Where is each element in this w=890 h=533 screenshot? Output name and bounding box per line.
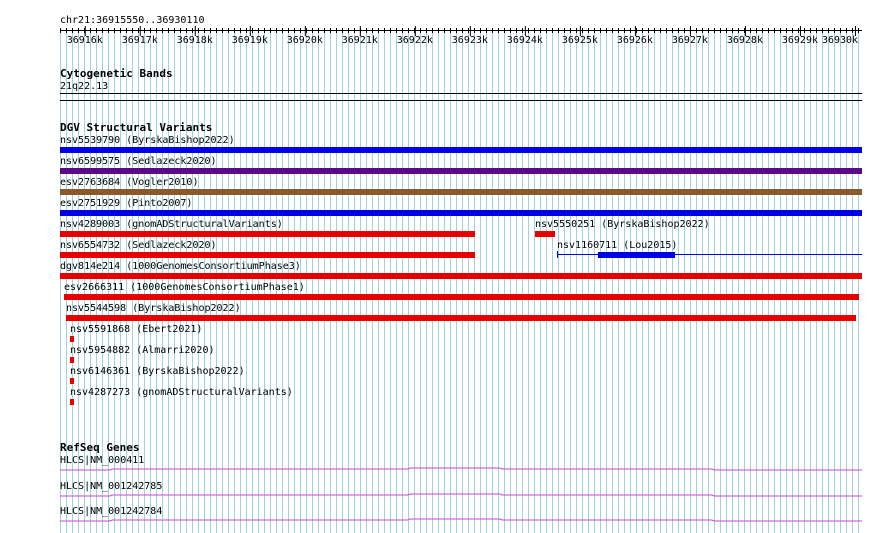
dgv-feature-extent[interactable] [557, 254, 862, 255]
ruler-tick-label: 36923k [451, 35, 488, 46]
ruler-tick-label: 36925k [561, 35, 598, 46]
dgv-feature-label[interactable]: nsv4287273 (gnomADStructuralVariants) [70, 387, 293, 398]
ruler-tick-label: 36920k [286, 35, 323, 46]
dgv-feature-label[interactable]: nsv5550251 (ByrskaBishop2022) [535, 219, 710, 230]
dgv-feature-bar[interactable] [64, 294, 858, 300]
ruler-tick-label: 36926k [616, 35, 653, 46]
dgv-feature-bar[interactable] [60, 273, 862, 279]
cytoband-track-title[interactable]: Cytogenetic Bands [60, 68, 173, 80]
dgv-feature-bar[interactable] [60, 147, 862, 153]
dgv-feature-bar[interactable] [70, 399, 74, 405]
ruler-tick-label: 36917k [121, 35, 158, 46]
ruler-tick-label: 36924k [506, 35, 543, 46]
refseq-gene-label[interactable]: HLCS|NM_000411 [60, 455, 144, 466]
dgv-feature-endcap [557, 251, 558, 258]
ruler-tick-label: 36921k [341, 35, 378, 46]
dgv-feature-bar[interactable] [60, 189, 862, 195]
dgv-feature-label[interactable]: esv2763684 (Vogler2010) [60, 177, 198, 188]
dgv-feature-label[interactable]: esv2751929 (Pinto2007) [60, 198, 192, 209]
dgv-feature-bar[interactable] [535, 231, 555, 237]
dgv-feature-bar[interactable] [70, 357, 74, 363]
dgv-feature-endcap [858, 294, 859, 300]
dgv-feature-bar[interactable] [60, 168, 862, 174]
refseq-track-title[interactable]: RefSeq Genes [60, 442, 139, 454]
dgv-track-title[interactable]: DGV Structural Variants [60, 122, 212, 134]
cytoband-label[interactable]: 21q22.13 [60, 81, 108, 92]
ruler-position: chr21:36915550..36930110 [60, 15, 205, 26]
ruler-tick-label: 36919k [231, 35, 268, 46]
dgv-feature-label[interactable]: dgv814e214 (1000GenomesConsortiumPhase3) [60, 261, 301, 272]
ruler-tick-label: 36922k [396, 35, 433, 46]
ruler-tick-label: 36918k [176, 35, 213, 46]
dgv-feature-bar[interactable] [598, 252, 675, 258]
dgv-feature-bar[interactable] [66, 315, 856, 321]
dgv-feature-bar[interactable] [60, 231, 475, 237]
ruler-tick-label: 36916k [66, 35, 103, 46]
dgv-feature-bar[interactable] [70, 378, 74, 384]
dgv-feature-label[interactable]: nsv6599575 (Sedlazeck2020) [60, 156, 217, 167]
ruler-tick-label: 36930k [821, 35, 859, 46]
dgv-feature-label[interactable]: nsv4289003 (gnomADStructuralVariants) [60, 219, 283, 230]
dgv-feature-label[interactable]: nsv6146361 (ByrskaBishop2022) [70, 366, 245, 377]
dgv-feature-bar[interactable] [60, 252, 475, 258]
dgv-feature-label[interactable]: nsv1160711 (Lou2015) [557, 240, 677, 251]
dgv-feature-label[interactable]: nsv5954882 (Almarri2020) [70, 345, 215, 356]
refseq-gene-label[interactable]: HLCS|NM_001242784 [60, 506, 162, 517]
dgv-feature-label[interactable]: nsv6554732 (Sedlazeck2020) [60, 240, 217, 251]
ruler-tick-label: 36927k [671, 35, 708, 46]
cytoband-band-line[interactable] [60, 93, 862, 94]
track-divider [60, 100, 862, 101]
dgv-feature-label[interactable]: esv2666311 (1000GenomesConsortiumPhase1) [64, 282, 305, 293]
ruler-tick-label: 36928k [726, 35, 763, 46]
dgv-feature-label[interactable]: nsv5544598 (ByrskaBishop2022) [66, 303, 241, 314]
dgv-feature-bar[interactable] [70, 336, 74, 342]
dgv-feature-bar[interactable] [60, 210, 862, 216]
dgv-feature-label[interactable]: nsv5591868 (Ebert2021) [70, 324, 202, 335]
dgv-feature-label[interactable]: nsv5539790 (ByrskaBishop2022) [60, 135, 235, 146]
refseq-gene-label[interactable]: HLCS|NM_001242785 [60, 481, 162, 492]
